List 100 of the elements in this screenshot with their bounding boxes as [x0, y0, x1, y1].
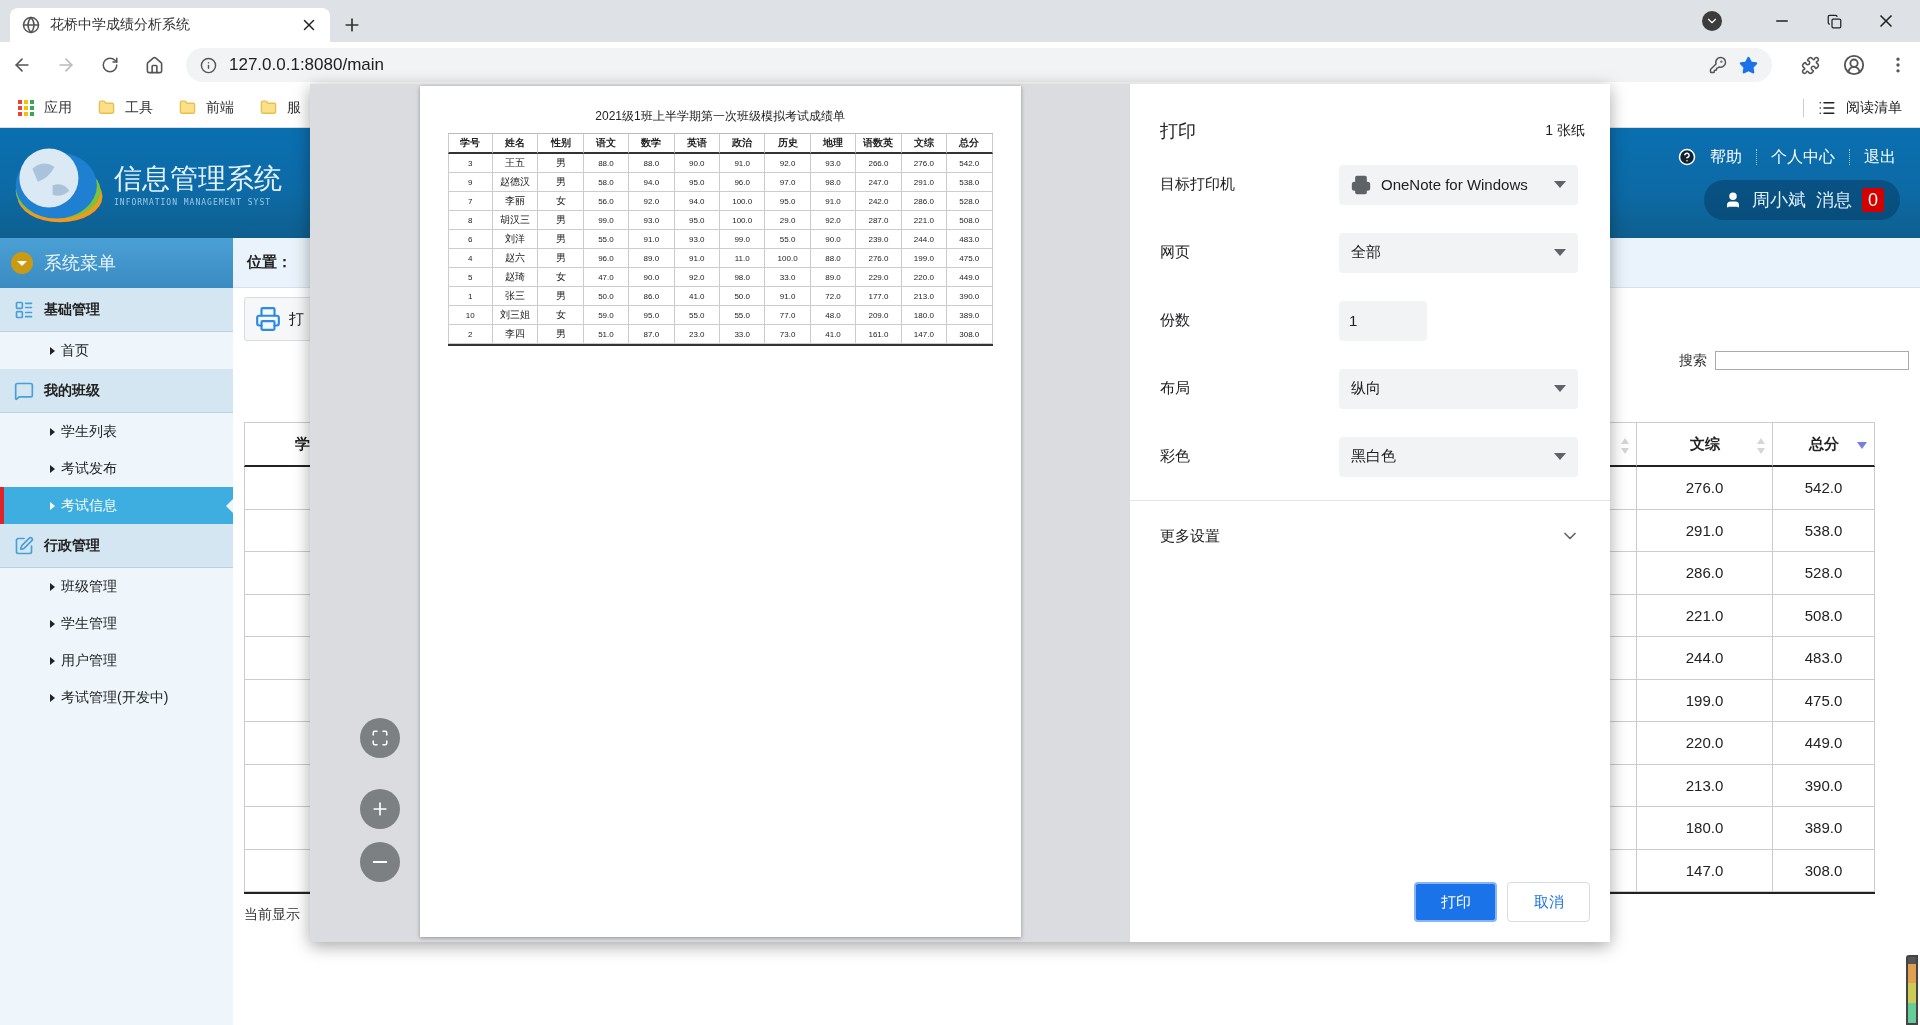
bookmark-link[interactable]: 工具: [125, 98, 153, 117]
folder-icon: [260, 99, 277, 116]
table-header-cell: 性别: [538, 134, 584, 154]
caret-icon: [1554, 181, 1566, 188]
reload-icon[interactable]: [101, 56, 119, 74]
header-link[interactable]: 个人中心: [1767, 146, 1839, 168]
address-bar[interactable]: 127.0.0.1:8080/main: [186, 48, 1772, 82]
tab-search-icon[interactable]: [1702, 11, 1722, 31]
globe-icon: [22, 16, 40, 34]
zoom-in-button[interactable]: [360, 789, 400, 829]
profile-icon[interactable]: [1843, 54, 1865, 76]
cancel-button[interactable]: 取消: [1507, 882, 1590, 922]
caret-icon: [1554, 453, 1566, 460]
table-cell: 92.0: [674, 268, 720, 287]
table-cell: 449.0: [947, 268, 993, 287]
group-icon: [14, 380, 34, 401]
table-cell: 99.0: [720, 230, 766, 249]
table-cell: 291.0: [901, 173, 948, 192]
menu-item[interactable]: 首页: [0, 332, 233, 369]
menu-group[interactable]: 基础管理: [0, 288, 233, 332]
browser-tab[interactable]: 花桥中学成绩分析系统: [10, 8, 330, 42]
table-cell: 50.0: [583, 287, 630, 306]
more-settings[interactable]: 更多设置: [1130, 501, 1610, 571]
table-cell: 89.0: [810, 268, 857, 287]
zoom-out-button[interactable]: [360, 842, 400, 882]
table-cell: 男: [538, 211, 584, 230]
table-cell: 508.0: [1773, 594, 1875, 637]
setting-dropdown[interactable]: OneNote for Windows: [1339, 164, 1578, 205]
table-cell: 女: [538, 268, 584, 287]
extensions-icon[interactable]: [1800, 55, 1820, 75]
menu-group[interactable]: 我的班级: [0, 369, 233, 413]
home-icon[interactable]: [144, 55, 164, 75]
column-header[interactable]: 总分: [1773, 422, 1875, 467]
table-cell: 287.0: [856, 211, 902, 230]
table-cell: 10: [447, 306, 493, 325]
menu-item[interactable]: 用户管理: [0, 642, 233, 679]
menu-item[interactable]: 考试发布: [0, 450, 233, 487]
table-cell: 29.0: [765, 211, 811, 230]
table-header-cell: 文综: [901, 134, 948, 154]
table-cell: 242.0: [856, 192, 902, 211]
table-header-cell: 姓名: [492, 134, 539, 154]
table-cell: 221.0: [901, 211, 948, 230]
table-cell: 赵琦: [492, 268, 539, 287]
menu-item[interactable]: 学生列表: [0, 413, 233, 450]
setting-dropdown[interactable]: 全部: [1339, 232, 1578, 273]
setting-dropdown[interactable]: 纵向: [1339, 368, 1578, 409]
key-icon[interactable]: [1709, 56, 1727, 74]
url-text: 127.0.0.1:8080/main: [229, 55, 385, 75]
table-cell: 88.0: [810, 249, 857, 268]
table-cell: 91.0: [720, 154, 766, 173]
collapse-icon[interactable]: [10, 251, 34, 275]
table-cell: 389.0: [1773, 807, 1875, 850]
table-cell: 100.0: [720, 192, 766, 211]
table-cell: 180.0: [1637, 807, 1773, 850]
column-header[interactable]: 文综: [1637, 422, 1773, 467]
menu-group[interactable]: 行政管理: [0, 524, 233, 568]
header-link[interactable]: 帮助: [1706, 146, 1746, 168]
search-field[interactable]: [1715, 351, 1909, 370]
menu-item[interactable]: 考试管理(开发中): [0, 679, 233, 716]
table-cell: 2: [447, 325, 493, 344]
table-cell: 180.0: [901, 306, 948, 325]
info-icon[interactable]: [200, 56, 217, 74]
reading-list-link[interactable]: 阅读清单: [1846, 98, 1902, 117]
table-cell: 220.0: [1637, 722, 1773, 765]
restore-icon[interactable]: [1826, 13, 1842, 29]
menu-item[interactable]: 班级管理: [0, 568, 233, 605]
help-icon[interactable]: [1678, 148, 1696, 166]
menu-item[interactable]: 学生管理: [0, 605, 233, 642]
table-cell: 1: [447, 287, 493, 306]
table-cell: 55.0: [583, 230, 630, 249]
table-cell: 91.0: [765, 287, 811, 306]
document-title: 2021级1班上半学期第一次班级模拟考试成绩单: [594, 108, 846, 125]
apps-icon: [18, 99, 34, 116]
fit-to-page-button[interactable]: [360, 718, 400, 758]
table-cell: 男: [538, 287, 584, 306]
bookmark-link[interactable]: 应用: [44, 98, 72, 117]
star-icon[interactable]: [1739, 55, 1758, 75]
bookmark-link[interactable]: 前端: [206, 98, 234, 117]
table-cell: 291.0: [1637, 509, 1773, 552]
table-cell: 308.0: [947, 325, 993, 344]
table-cell: 247.0: [856, 173, 902, 192]
header-link[interactable]: 退出: [1860, 146, 1900, 168]
table-header-cell: 学号: [447, 134, 493, 154]
table-cell: 胡汉三: [492, 211, 539, 230]
bookmark-link[interactable]: 服: [287, 98, 301, 117]
table-cell: 528.0: [947, 192, 993, 211]
messages-link[interactable]: 消息: [1816, 187, 1852, 212]
setting-dropdown[interactable]: 黑白色: [1339, 436, 1578, 477]
system-title: 信息管理系统: [114, 161, 282, 196]
print-button[interactable]: 打印: [1414, 882, 1497, 922]
table-cell: 5: [447, 268, 493, 287]
copies-field[interactable]: 1: [1339, 300, 1427, 341]
search-label: 搜索: [1679, 351, 1707, 370]
caret-icon: [1554, 249, 1566, 256]
user-name[interactable]: 周小斌: [1752, 187, 1806, 212]
table-cell: 3: [447, 154, 493, 173]
location-label: 位置：: [247, 253, 292, 272]
table-cell: 张三: [492, 287, 539, 306]
table-cell: 女: [538, 192, 584, 211]
table-header-cell: 历史: [765, 134, 811, 154]
